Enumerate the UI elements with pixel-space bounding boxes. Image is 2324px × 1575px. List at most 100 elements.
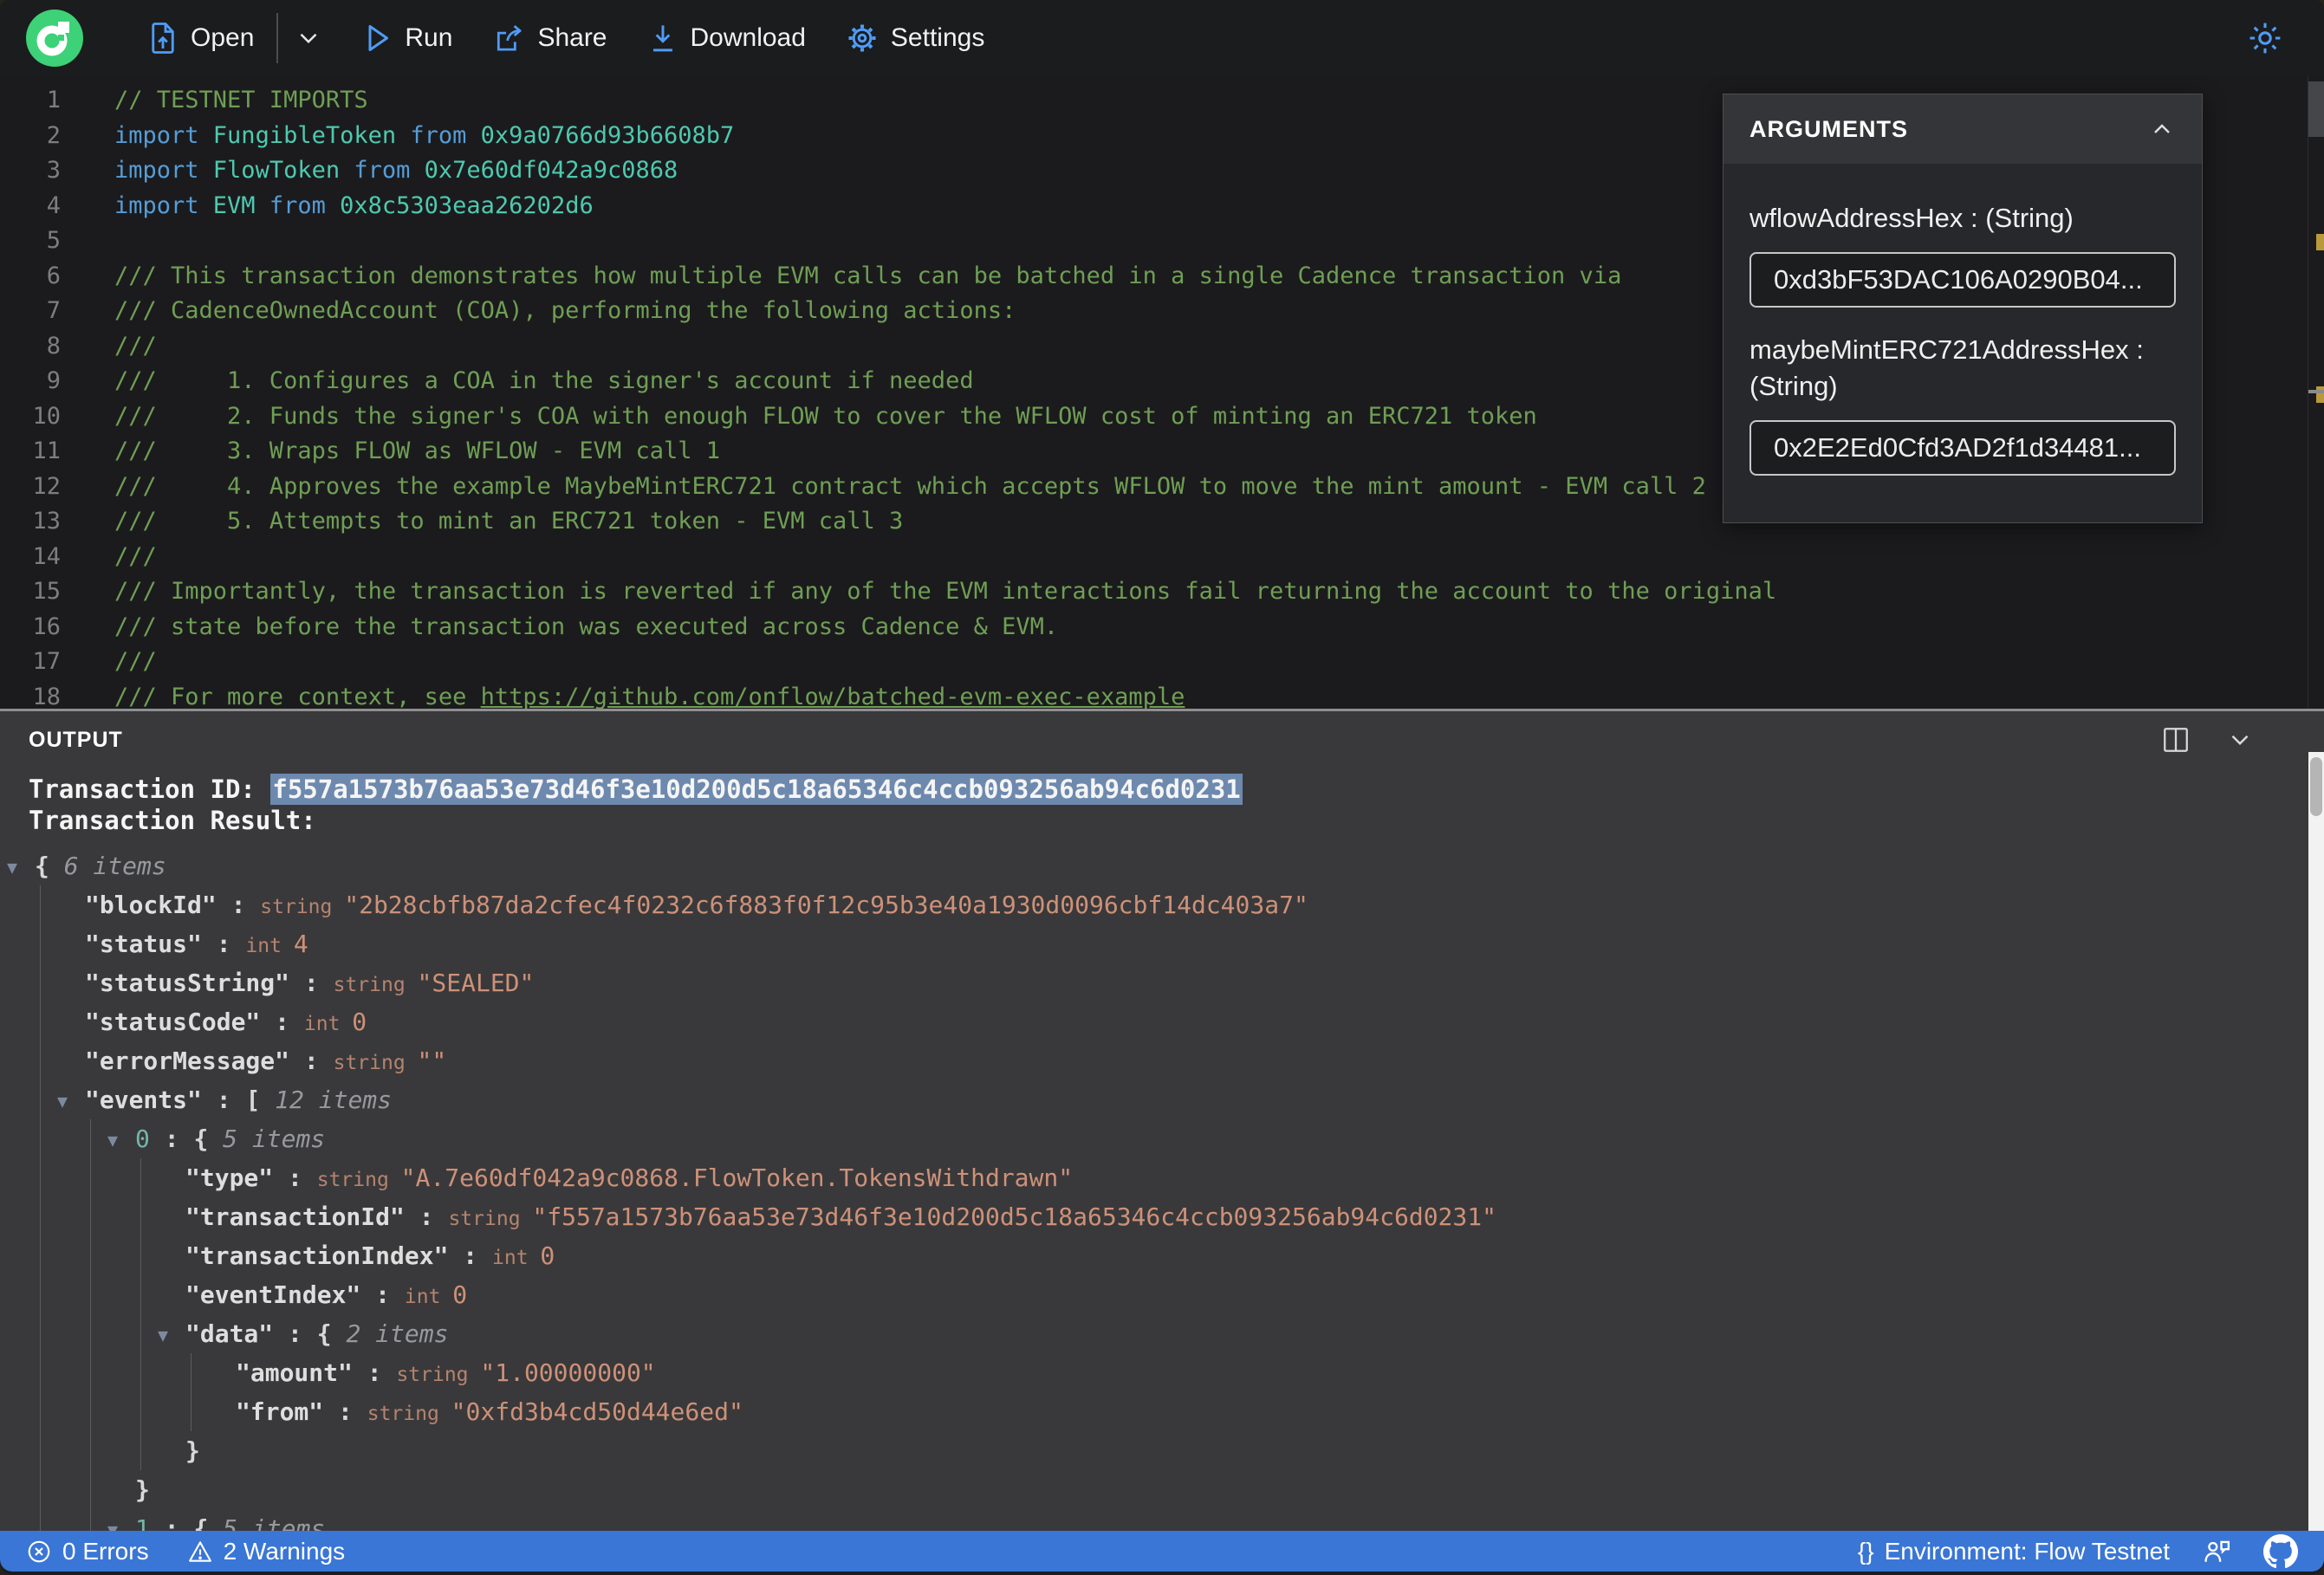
code-text: /// 5. Attempts to mint an ERC721 token … (114, 508, 904, 535)
toolbar: Open Run Share Download Settings (0, 0, 2324, 76)
indent-guide (90, 1197, 91, 1236)
arguments-panel-body: wflowAddressHex : (String) maybeMintERC7… (1724, 164, 2202, 522)
line-number: 8 (46, 332, 61, 360)
tree-collapse-arrow[interactable]: ▼ (57, 1082, 85, 1121)
line-number: 4 (46, 191, 61, 219)
code-text: /// This transaction demonstrates how mu… (114, 262, 1622, 289)
code-text: /// Importantly, the transaction is reve… (114, 578, 1777, 605)
status-bar: 0 Errors 2 Warnings {} Environment: Flow… (0, 1531, 2324, 1572)
split-editor-icon[interactable] (2161, 726, 2191, 754)
indent-guide (40, 1119, 41, 1158)
indent-guide (90, 1392, 91, 1431)
indent-guide (40, 1353, 41, 1392)
output-title: OUTPUT (29, 727, 123, 752)
json-tree-row: "type" : string "A.7e60df042a9c0868.Flow… (0, 1158, 2324, 1197)
json-tree-row: } (0, 1431, 2324, 1470)
json-tree-row: "status" : int 4 (0, 924, 2324, 963)
line-number: 10 (32, 402, 61, 430)
line-number: 3 (46, 157, 61, 184)
errors-status[interactable]: 0 Errors (26, 1538, 149, 1565)
gear-icon (846, 22, 879, 55)
json-tree-row: "errorMessage" : string "" (0, 1041, 2324, 1080)
indent-guide (140, 1314, 141, 1353)
theme-toggle-button[interactable] (2246, 19, 2284, 57)
line-number: 16 (32, 612, 61, 640)
editor-scrollbar-thumb[interactable] (2308, 81, 2324, 137)
warning-marker (2316, 234, 2324, 250)
code-text: /// CadenceOwnedAccount (COA), performin… (114, 297, 1016, 324)
warnings-status[interactable]: 2 Warnings (187, 1538, 345, 1565)
warning-triangle-icon (187, 1539, 213, 1565)
json-tree-row: ▼ "data" : { 2 items (0, 1314, 2324, 1353)
output-scrollbar-thumb[interactable] (2310, 757, 2322, 816)
flow-logo-icon[interactable] (24, 8, 85, 68)
collapse-output-chevron-icon[interactable] (2225, 725, 2255, 755)
line-number: 14 (32, 542, 61, 570)
code-text: /// (114, 332, 157, 360)
code-text: /// (114, 648, 157, 675)
json-tree-row: } (0, 1470, 2324, 1509)
share-button[interactable]: Share (492, 23, 607, 54)
line-number: 13 (32, 508, 61, 535)
feedback-icon[interactable] (2201, 1537, 2232, 1566)
indent-guide (90, 1158, 91, 1197)
code-text: /// state before the transaction was exe… (114, 612, 1059, 640)
line-number: 18 (32, 683, 61, 710)
scroll-position-marker (2308, 390, 2324, 393)
download-button-label: Download (690, 23, 806, 52)
open-button-label: Open (191, 23, 255, 52)
line-number: 15 (32, 578, 61, 605)
tree-collapse-arrow[interactable]: ▼ (158, 1316, 185, 1355)
output-panel: OUTPUT Transaction ID: f557a1573b76aa53e… (0, 711, 2324, 1531)
share-icon (492, 23, 525, 54)
run-play-icon (363, 23, 393, 54)
arguments-panel-header[interactable]: ARGUMENTS (1724, 94, 2202, 164)
code-text: /// For more context, see https://github… (114, 683, 1185, 710)
argument-input-maybemint-address[interactable] (1749, 420, 2176, 476)
tree-collapse-arrow[interactable]: ▼ (107, 1511, 135, 1532)
run-button[interactable]: Run (363, 23, 452, 54)
line-number: 9 (46, 367, 61, 394)
indent-guide (140, 1353, 141, 1392)
code-text: /// 3. Wraps FLOW as WFLOW - EVM call 1 (114, 438, 720, 464)
tree-collapse-arrow[interactable]: ▼ (7, 848, 35, 887)
argument-input-wflow-address[interactable] (1749, 252, 2176, 308)
output-scrollbar-track[interactable] (2308, 752, 2324, 1531)
transaction-id-value[interactable]: f557a1573b76aa53e73d46f3e10d200d5c18a653… (270, 774, 1243, 805)
code-line: 16 /// state before the transaction was e… (0, 610, 2324, 645)
argument-label: maybeMintERC721AddressHex : (String) (1749, 334, 2144, 401)
indent-guide (191, 1353, 192, 1392)
code-text: import FlowToken from 0x7e60df042a9c0868 (114, 157, 678, 184)
indent-guide (40, 963, 41, 1002)
github-octocat-icon[interactable] (2263, 1533, 2298, 1569)
json-tree-row: "statusCode" : int 0 (0, 1002, 2324, 1041)
environment-status[interactable]: {} Environment: Flow Testnet (1858, 1538, 2170, 1565)
indent-guide (140, 1158, 141, 1197)
arguments-panel: ARGUMENTS wflowAddressHex : (String) may… (1723, 94, 2203, 523)
braces-icon: {} (1857, 1537, 1874, 1565)
line-number: 1 (46, 87, 61, 113)
open-dropdown-button[interactable] (294, 23, 323, 53)
settings-button[interactable]: Settings (846, 22, 984, 55)
open-button[interactable]: Open (147, 21, 254, 55)
indent-guide (140, 1392, 141, 1431)
code-text: /// 2. Funds the signer's COA with enoug… (114, 402, 1537, 430)
code-text: import EVM from 0x8c5303eaa26202d6 (114, 191, 594, 219)
indent-guide (40, 1197, 41, 1236)
transaction-id-line: Transaction ID: f557a1573b76aa53e73d46f3… (29, 774, 2324, 805)
indent-guide (140, 1275, 141, 1314)
indent-guide (140, 1197, 141, 1236)
code-line: 17 /// (0, 645, 2324, 680)
chevron-down-icon (294, 23, 323, 53)
share-button-label: Share (537, 23, 607, 52)
indent-guide (40, 885, 41, 924)
chevron-up-icon[interactable] (2148, 115, 2176, 143)
warning-marker (2316, 386, 2324, 403)
download-button[interactable]: Download (647, 22, 806, 55)
json-tree-row: ▼ 1 : { 5 items (0, 1509, 2324, 1531)
code-text: // TESTNET IMPORTS (114, 87, 368, 113)
tree-collapse-arrow[interactable]: ▼ (107, 1121, 135, 1160)
json-tree-row: "from" : string "0xfd3b4cd50d44e6ed" (0, 1392, 2324, 1431)
line-number: 5 (46, 227, 61, 254)
code-text: /// (114, 542, 157, 570)
